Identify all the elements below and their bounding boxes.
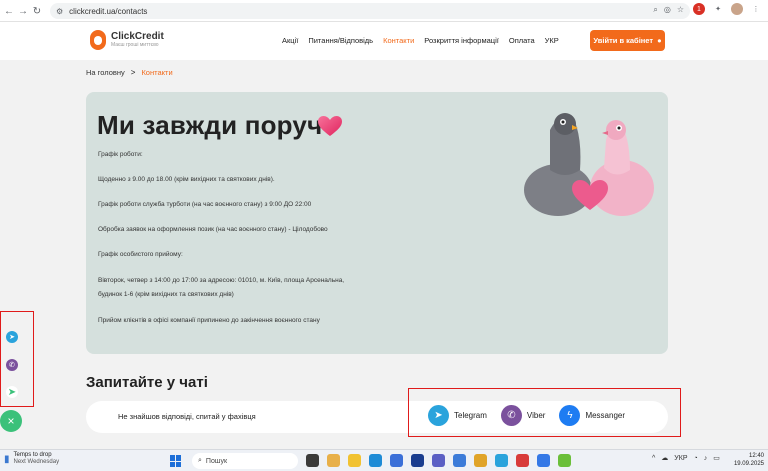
user-icon: ● bbox=[657, 36, 662, 45]
login-button-label: Увійти в кабінет bbox=[593, 36, 654, 45]
widget-close-icon[interactable]: × bbox=[0, 410, 22, 432]
float-viber-icon[interactable]: ✆ bbox=[6, 359, 18, 371]
chat-prompt-text: Не знайшов відповіді, спитай у фахівця bbox=[118, 412, 256, 421]
extensions-puzzle-icon[interactable]: ✦ bbox=[712, 3, 724, 15]
clock-time: 12:40 bbox=[748, 453, 764, 459]
logo-name: ClickCredit bbox=[111, 31, 164, 42]
schedule-heading: Графік роботи: bbox=[98, 151, 143, 158]
forward-arrow-icon[interactable]: → bbox=[16, 4, 30, 18]
login-button[interactable]: Увійти в кабінет ● bbox=[590, 30, 665, 51]
tray-cloud-icon[interactable]: ☁ bbox=[661, 454, 668, 462]
app-l-icon[interactable] bbox=[411, 454, 424, 467]
menu-item-contacts[interactable]: Контакти bbox=[383, 36, 414, 45]
opera-icon[interactable] bbox=[516, 454, 529, 467]
start-button-icon[interactable] bbox=[170, 455, 182, 467]
address-bar[interactable]: ⚙ clickcredit.ua/contacts ⌕ ◎ ☆ bbox=[50, 3, 690, 19]
contacts-card: Ми завжди поруч Графік роботи: Щоденно з… bbox=[86, 92, 668, 354]
breadcrumb-separator: > bbox=[130, 68, 136, 77]
battery-icon[interactable]: ▭ bbox=[713, 454, 720, 462]
main-menu: Акції Питання/Відповідь Контакти Розкрит… bbox=[282, 36, 559, 45]
menu-item-disclosure[interactable]: Розкриття інформації bbox=[424, 36, 499, 45]
menu-dots-icon[interactable]: ⋮ bbox=[750, 3, 762, 15]
reception-notice: Прийом клієнтів в офісі компанії припине… bbox=[98, 317, 320, 324]
extension-badge-icon[interactable]: 1 bbox=[693, 3, 705, 15]
bookmark-star-icon[interactable]: ☆ bbox=[677, 5, 684, 15]
clock-date: 19.09.2025 bbox=[733, 461, 764, 467]
breadcrumb-home[interactable]: На головну bbox=[86, 68, 125, 77]
language-switch[interactable]: УКР bbox=[545, 36, 559, 45]
taskbar-clock[interactable]: 12:40 19.09.2025 bbox=[734, 452, 764, 468]
search-placeholder: Пошук bbox=[205, 457, 228, 465]
logo-mark-icon bbox=[90, 30, 106, 50]
back-arrow-icon[interactable]: ← bbox=[2, 4, 16, 18]
reload-icon[interactable]: ↻ bbox=[30, 4, 44, 18]
page-title: Ми завжди поруч bbox=[97, 110, 323, 140]
site-logo[interactable]: ClickCredit Маєш гроші миттєво bbox=[90, 30, 164, 50]
breadcrumb-current: Контакти bbox=[141, 68, 173, 77]
schedule-daily: Щоденно з 9.00 до 18.00 (крім вихідних т… bbox=[98, 176, 275, 183]
language-indicator[interactable]: УКР bbox=[674, 455, 687, 462]
reception-hours: Вівторок, четвер з 14:00 до 17:00 за адр… bbox=[98, 277, 345, 284]
site-header: ClickCredit Маєш гроші миттєво Акції Пит… bbox=[0, 22, 768, 60]
edge-icon[interactable] bbox=[369, 454, 382, 467]
weather-icon: ▮ bbox=[4, 453, 10, 465]
wifi-icon[interactable]: ◔ bbox=[694, 455, 698, 462]
heart-icon bbox=[318, 116, 342, 136]
file-explorer-icon[interactable] bbox=[348, 454, 361, 467]
site-info-icon[interactable]: ⚙ bbox=[56, 7, 63, 16]
highlight-box-channels bbox=[408, 388, 681, 437]
search-icon: ⌕ bbox=[198, 457, 202, 464]
store-icon[interactable] bbox=[390, 454, 403, 467]
float-send-icon[interactable]: ➤ bbox=[6, 386, 18, 398]
chat-section-title: Запитайте у чаті bbox=[86, 374, 208, 391]
logo-tagline: Маєш гроші миттєво bbox=[111, 42, 159, 48]
schedule-care-service: Графік роботи служба турботи (на час воє… bbox=[98, 201, 312, 208]
url-text: clickcredit.ua/contacts bbox=[69, 6, 148, 16]
taskbar-apps bbox=[306, 454, 571, 467]
weather-widget[interactable]: ▮ Temps to drop Next Wednesday bbox=[4, 452, 59, 466]
copilot-icon[interactable] bbox=[327, 454, 340, 467]
reception-heading: Графік особистого прийому: bbox=[98, 251, 183, 258]
teams-icon[interactable] bbox=[432, 454, 445, 467]
breadcrumb: На головну > Контакти bbox=[86, 68, 173, 77]
tray-chevron-icon[interactable]: ^ bbox=[652, 455, 655, 462]
browser-toolbar: ← → ↻ ⚙ clickcredit.ua/contacts ⌕ ◎ ☆ 1 … bbox=[0, 0, 768, 22]
reception-address: будинок 1-6 (крім вихідних та святкових … bbox=[98, 291, 234, 298]
float-telegram-icon[interactable]: ➤ bbox=[6, 331, 18, 343]
eye-off-icon[interactable]: ◎ bbox=[664, 5, 671, 15]
telegram-app-icon[interactable] bbox=[495, 454, 508, 467]
volume-icon[interactable]: ♪ bbox=[704, 455, 708, 462]
profile-avatar[interactable] bbox=[731, 3, 743, 15]
schedule-applications: Обробка заявок на оформлення позик (на ч… bbox=[98, 226, 328, 233]
app-blue-icon[interactable] bbox=[453, 454, 466, 467]
system-tray: ^ ☁ УКР ◔ ♪ ▭ bbox=[652, 454, 720, 463]
pigeons-illustration bbox=[524, 113, 654, 216]
menu-item-payment[interactable]: Оплата bbox=[509, 36, 535, 45]
weather-title: Temps to drop bbox=[13, 452, 52, 458]
taskbar: ▮ Temps to drop Next Wednesday ⌕ Пошук ^… bbox=[0, 449, 768, 471]
chrome-icon[interactable] bbox=[474, 454, 487, 467]
zoom-icon[interactable]: ⌕ bbox=[653, 5, 657, 15]
taskbar-search[interactable]: ⌕ Пошук bbox=[192, 453, 298, 469]
menu-item-promotions[interactable]: Акції bbox=[282, 36, 298, 45]
task-view-icon[interactable] bbox=[306, 454, 319, 467]
app-blue2-icon[interactable] bbox=[537, 454, 550, 467]
menu-item-faq[interactable]: Питання/Відповідь bbox=[308, 36, 373, 45]
app-green-icon[interactable] bbox=[558, 454, 571, 467]
weather-subtitle: Next Wednesday bbox=[13, 459, 60, 465]
